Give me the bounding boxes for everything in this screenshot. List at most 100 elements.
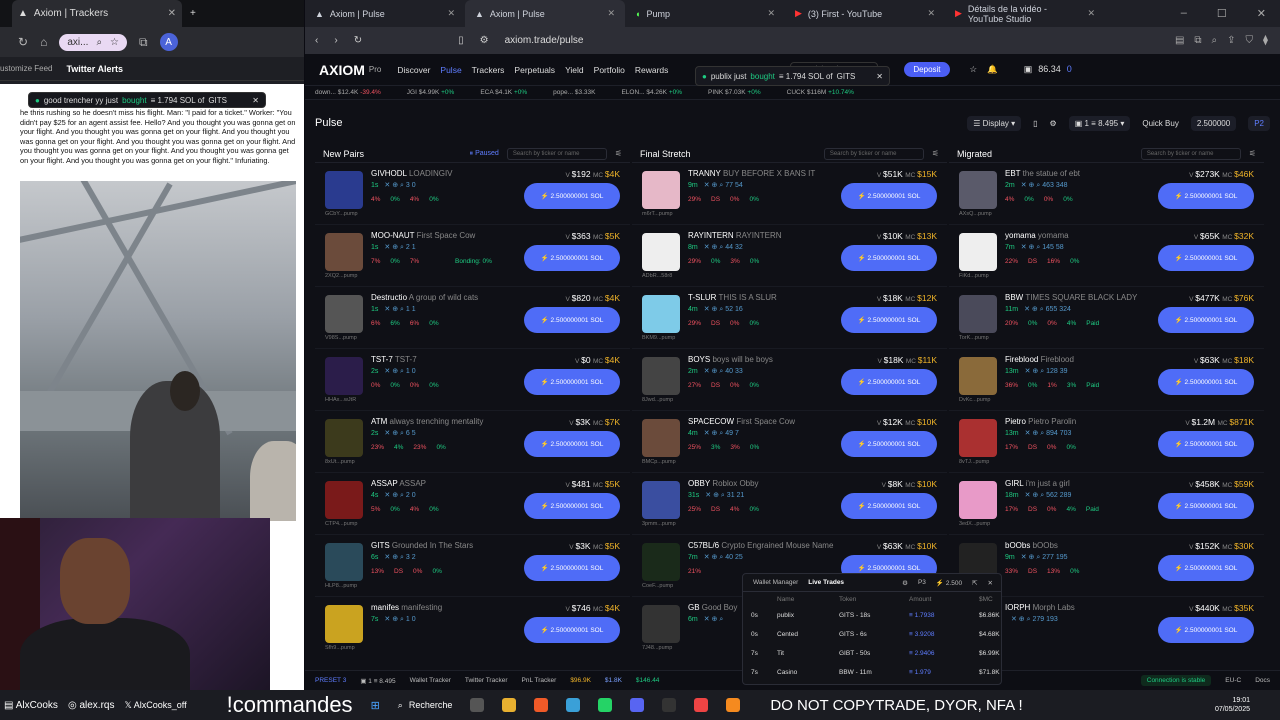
ticker-item[interactable]: pope... $3.33K	[553, 89, 595, 96]
token-name[interactable]: Destructio A group of wild cats	[371, 293, 478, 302]
contract-address[interactable]: 2XQ2...pump	[325, 273, 357, 279]
token-name[interactable]: GB Good Boy	[688, 603, 737, 612]
contract-address[interactable]: V98S...pump	[325, 335, 357, 341]
token-name[interactable]: GITS Grounded In The Stars	[371, 541, 473, 550]
left-url-bar[interactable]: axi... ⌕ ☆	[59, 33, 128, 51]
star-icon[interactable]: ☆	[970, 64, 978, 75]
main-url-bar[interactable]: axiom.trade/pulse	[505, 35, 584, 46]
token-image[interactable]	[325, 295, 363, 333]
contract-address[interactable]: 8vTJ...pump	[959, 459, 989, 465]
quick-buy-button[interactable]: ⚡ 2.500000001 SOL	[1158, 555, 1254, 581]
quick-buy-button[interactable]: ⚡ 2.500000001 SOL	[841, 245, 937, 271]
close-icon[interactable]: ✕	[252, 96, 259, 105]
bell-icon[interactable]: 🔔	[987, 64, 998, 75]
close-icon[interactable]: ✕	[988, 579, 993, 587]
token-row[interactable]: DvKc...pump Fireblood Fireblood 13m ✕ ⊕ ⌕ 1…	[949, 349, 1264, 411]
zoom-icon[interactable]: ⌕	[96, 37, 102, 48]
token-row[interactable]: CTP4...pump ASSAP ASSAP 4s ✕ ⊕ ⌕ 2 0 5% 0% 4% 0…	[315, 473, 630, 535]
windows-icon[interactable]: ⊞	[371, 699, 380, 712]
quick-buy-button[interactable]: ⚡ 2.500000001 SOL	[1158, 369, 1254, 395]
trade-row[interactable]: 7s Casino BBW - 11m ≡ 1.979 $71.8K	[743, 663, 1001, 682]
token-row[interactable]: GCbY...pump GIVHODL LOADINGIV 1s ✕ ⊕ ⌕ 3 0 4…	[315, 163, 630, 225]
quick-buy-button[interactable]: ⚡ 2.500000001 SOL	[524, 431, 620, 457]
reader-icon[interactable]: ▤	[1175, 35, 1184, 46]
quick-buy-button[interactable]: ⚡ 2.500000001 SOL	[841, 431, 937, 457]
twitter-tracker-button[interactable]: Twitter Tracker	[465, 677, 508, 684]
tab-youtube-first[interactable]: ▶ (3) First - YouTube ✕	[785, 0, 945, 27]
quick-buy-button[interactable]: ⚡ 2.500000001 SOL	[524, 183, 620, 209]
column-search-input[interactable]: Search by ticker or name	[506, 147, 607, 160]
ticker-item[interactable]: CUCK $116M +10.74%	[787, 89, 854, 96]
quick-buy-button[interactable]: ⚡ 2.500000001 SOL	[841, 183, 937, 209]
token-row[interactable]: HLP8...pump GITS Grounded In The Stars 6s ✕…	[315, 535, 630, 597]
token-name[interactable]: SPACECOW First Space Cow	[688, 417, 795, 426]
token-image[interactable]	[959, 233, 997, 271]
token-name[interactable]: TRANNY BUY BEFORE X BANS IT	[688, 169, 815, 178]
share-icon[interactable]: ⇪	[1227, 35, 1235, 46]
ticker-item[interactable]: JGI $4.99K +0%	[407, 89, 455, 96]
nav-yield[interactable]: Yield	[565, 65, 584, 75]
chrome-icon[interactable]	[694, 698, 709, 712]
close-icon[interactable]: ✕	[168, 8, 176, 19]
ticker-item[interactable]: ECA $4.1K +0%	[480, 89, 527, 96]
taskbar-search[interactable]: ⌕ Recherche	[398, 700, 453, 711]
token-row[interactable]: TorK...pump BBW TIMES SQUARE BLACK LADY 11…	[949, 287, 1264, 349]
clock[interactable]: 19:01 07/05/2025	[1215, 696, 1280, 714]
tweet-video[interactable]	[20, 181, 296, 521]
firefox-icon[interactable]	[726, 698, 741, 712]
bookmark-customize-feed[interactable]: ustomize Feed	[0, 64, 52, 73]
nav-perpetuals[interactable]: Perpetuals	[514, 65, 555, 75]
brave-icon[interactable]	[534, 698, 549, 712]
token-image[interactable]	[642, 481, 680, 519]
preset-button[interactable]: P2	[1248, 115, 1270, 131]
token-name[interactable]: RAYINTERN RAYINTERN	[688, 231, 782, 240]
nav-rewards[interactable]: Rewards	[635, 65, 669, 75]
zoom-icon[interactable]: ⌕	[1212, 35, 1218, 46]
wallet-balance[interactable]: ▣ 86.34 0	[1024, 64, 1072, 75]
token-name[interactable]: Pietro Pietro Parolin	[1005, 417, 1076, 426]
token-image[interactable]	[959, 357, 997, 395]
contract-address[interactable]: 3edX...pump	[959, 521, 990, 527]
tab-pump[interactable]: ◖ Pump ✕	[625, 0, 785, 27]
filter-icon[interactable]: ⚟	[932, 149, 939, 158]
token-name[interactable]: BBW TIMES SQUARE BLACK LADY	[1005, 293, 1137, 302]
contract-address[interactable]: HHAx...wJtR	[325, 397, 356, 403]
token-name[interactable]: Fireblood Fireblood	[1005, 355, 1074, 364]
token-name[interactable]: ASSAP ASSAP	[371, 479, 426, 488]
contract-address[interactable]: m6rT...pump	[642, 211, 673, 217]
home-icon[interactable]: ⌂	[40, 35, 47, 49]
star-icon[interactable]: ☆	[110, 37, 119, 48]
token-name[interactable]: bOObs bOObs	[1005, 541, 1058, 550]
token-name[interactable]: IORPH Morph Labs	[1005, 603, 1075, 612]
token-row[interactable]: V98S...pump Destructio A group of wild ca…	[315, 287, 630, 349]
contract-address[interactable]: AXsQ...pump	[959, 211, 992, 217]
quick-buy-button[interactable]: ⚡ 2.500000001 SOL	[841, 369, 937, 395]
paused-badge[interactable]: ⏸ Paused	[470, 150, 499, 158]
token-image[interactable]	[642, 233, 680, 271]
contract-address[interactable]: 8Jwd...pump	[642, 397, 673, 403]
token-image[interactable]	[325, 605, 363, 643]
discord-icon[interactable]	[630, 698, 645, 712]
quick-buy-button[interactable]: ⚡ 2.500000001 SOL	[1158, 617, 1254, 643]
explorer-icon[interactable]	[502, 698, 517, 712]
token-row[interactable]: AXsQ...pump EBT the statue of ebt 2m ✕ ⊕ ⌕ …	[949, 163, 1264, 225]
quick-buy-button[interactable]: ⚡ 2.500000001 SOL	[524, 617, 620, 643]
token-image[interactable]	[325, 171, 363, 209]
reload-icon[interactable]: ↻	[18, 35, 28, 49]
close-icon[interactable]: ✕	[607, 8, 615, 19]
region-select[interactable]: EU-C	[1225, 677, 1241, 684]
nav-portfolio[interactable]: Portfolio	[594, 65, 625, 75]
close-window-icon[interactable]: ✕	[1257, 7, 1266, 20]
close-icon[interactable]: ✕	[447, 8, 455, 19]
close-icon[interactable]: ✕	[876, 72, 883, 81]
wallet-select[interactable]: ▣ 1 ≡ 8.495	[360, 677, 395, 685]
column-search-input[interactable]: Search by ticker or name	[823, 147, 924, 160]
trade-row[interactable]: 7s Tit GIBT - 50s ≡ 2.9406 $6.99K	[743, 644, 1001, 663]
contract-address[interactable]: TorK...pump	[959, 335, 989, 341]
ticker-item[interactable]: down... $12.4K -39.4%	[315, 89, 381, 96]
quick-buy-button[interactable]: ⚡ 2.500000001 SOL	[1158, 245, 1254, 271]
reload-icon[interactable]: ↻	[354, 35, 362, 46]
extensions-icon[interactable]: ⧉	[139, 35, 148, 50]
preset-label[interactable]: P3	[918, 579, 926, 587]
settings-icon[interactable]: ⚙	[902, 579, 908, 587]
